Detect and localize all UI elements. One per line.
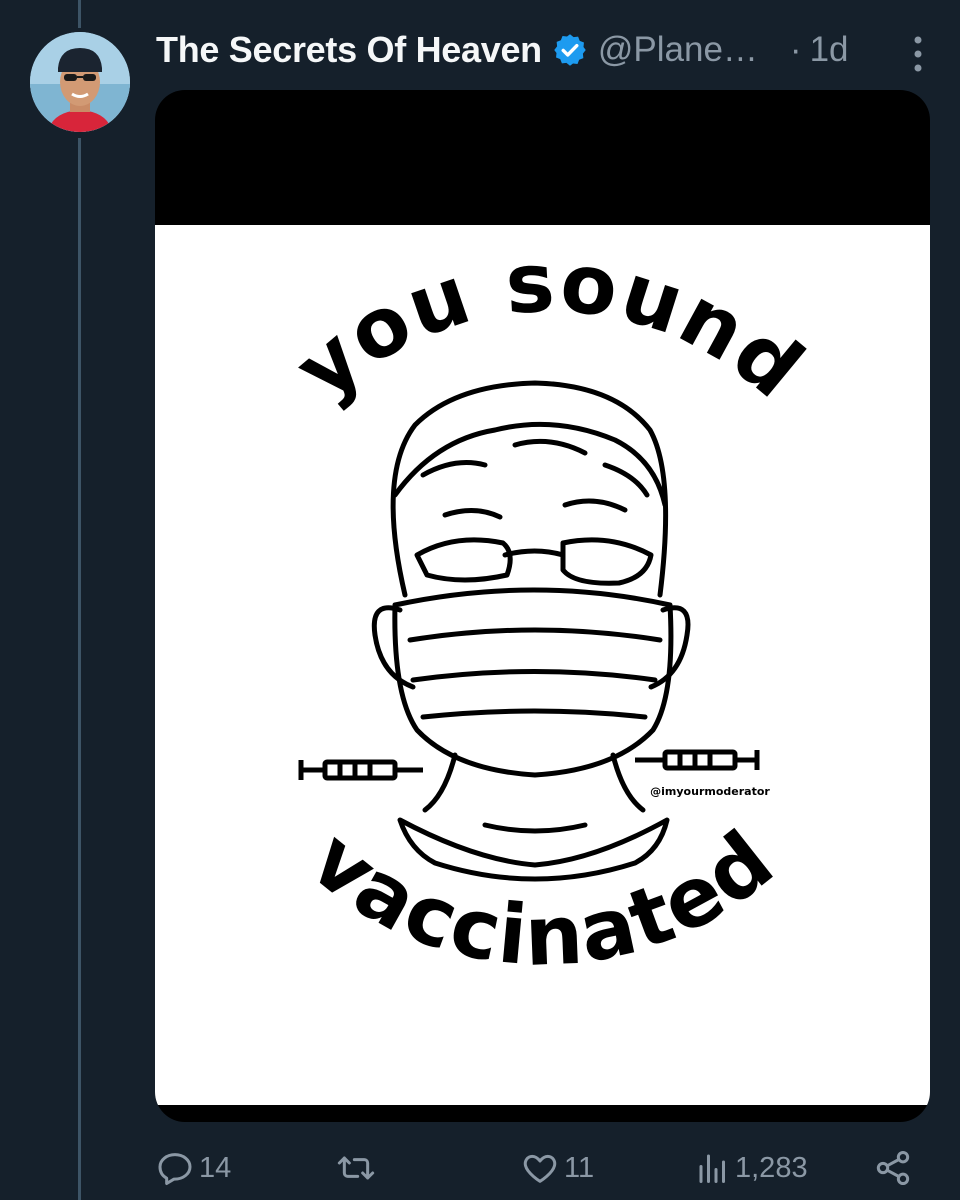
media-image: you sound vaccinated @imyourmoderator xyxy=(155,225,930,1105)
syringe-right-icon xyxy=(635,749,760,771)
author-name[interactable]: The Secrets Of Heaven xyxy=(156,29,542,71)
reply-button[interactable]: 14 xyxy=(155,1140,231,1196)
reply-icon xyxy=(155,1148,195,1188)
reply-count: 14 xyxy=(199,1151,232,1184)
views-count: 1,283 xyxy=(735,1151,808,1184)
verified-icon xyxy=(552,32,588,68)
more-icon[interactable] xyxy=(906,34,930,74)
avatar[interactable] xyxy=(30,32,130,132)
tweet-media[interactable]: you sound vaccinated @imyourmoderator xyxy=(155,90,930,1122)
tweet-time[interactable]: 1d xyxy=(810,30,849,70)
share-button[interactable] xyxy=(873,1140,913,1196)
image-bottom-text: vaccinated xyxy=(293,812,793,985)
separator-dot: · xyxy=(789,30,802,69)
retweet-button[interactable] xyxy=(335,1140,377,1196)
views-icon xyxy=(695,1148,731,1188)
like-button[interactable]: 11 xyxy=(520,1140,594,1196)
image-credit: @imyourmoderator xyxy=(650,785,770,798)
views-button[interactable]: 1,283 xyxy=(695,1140,808,1196)
tweet-header: The Secrets Of Heaven @Plane… · 1d xyxy=(156,22,930,78)
syringe-left-icon xyxy=(298,759,423,781)
thread-line xyxy=(78,138,81,1200)
retweet-icon xyxy=(335,1148,377,1188)
thread-line-top xyxy=(78,0,81,28)
like-count: 11 xyxy=(564,1151,595,1184)
like-icon xyxy=(520,1148,560,1188)
share-icon xyxy=(873,1148,913,1188)
image-top-text: you sound xyxy=(278,235,822,418)
action-bar: 14 11 1,283 xyxy=(155,1140,930,1196)
author-handle[interactable]: @Plane… xyxy=(598,30,758,70)
face-illustration xyxy=(371,380,691,882)
